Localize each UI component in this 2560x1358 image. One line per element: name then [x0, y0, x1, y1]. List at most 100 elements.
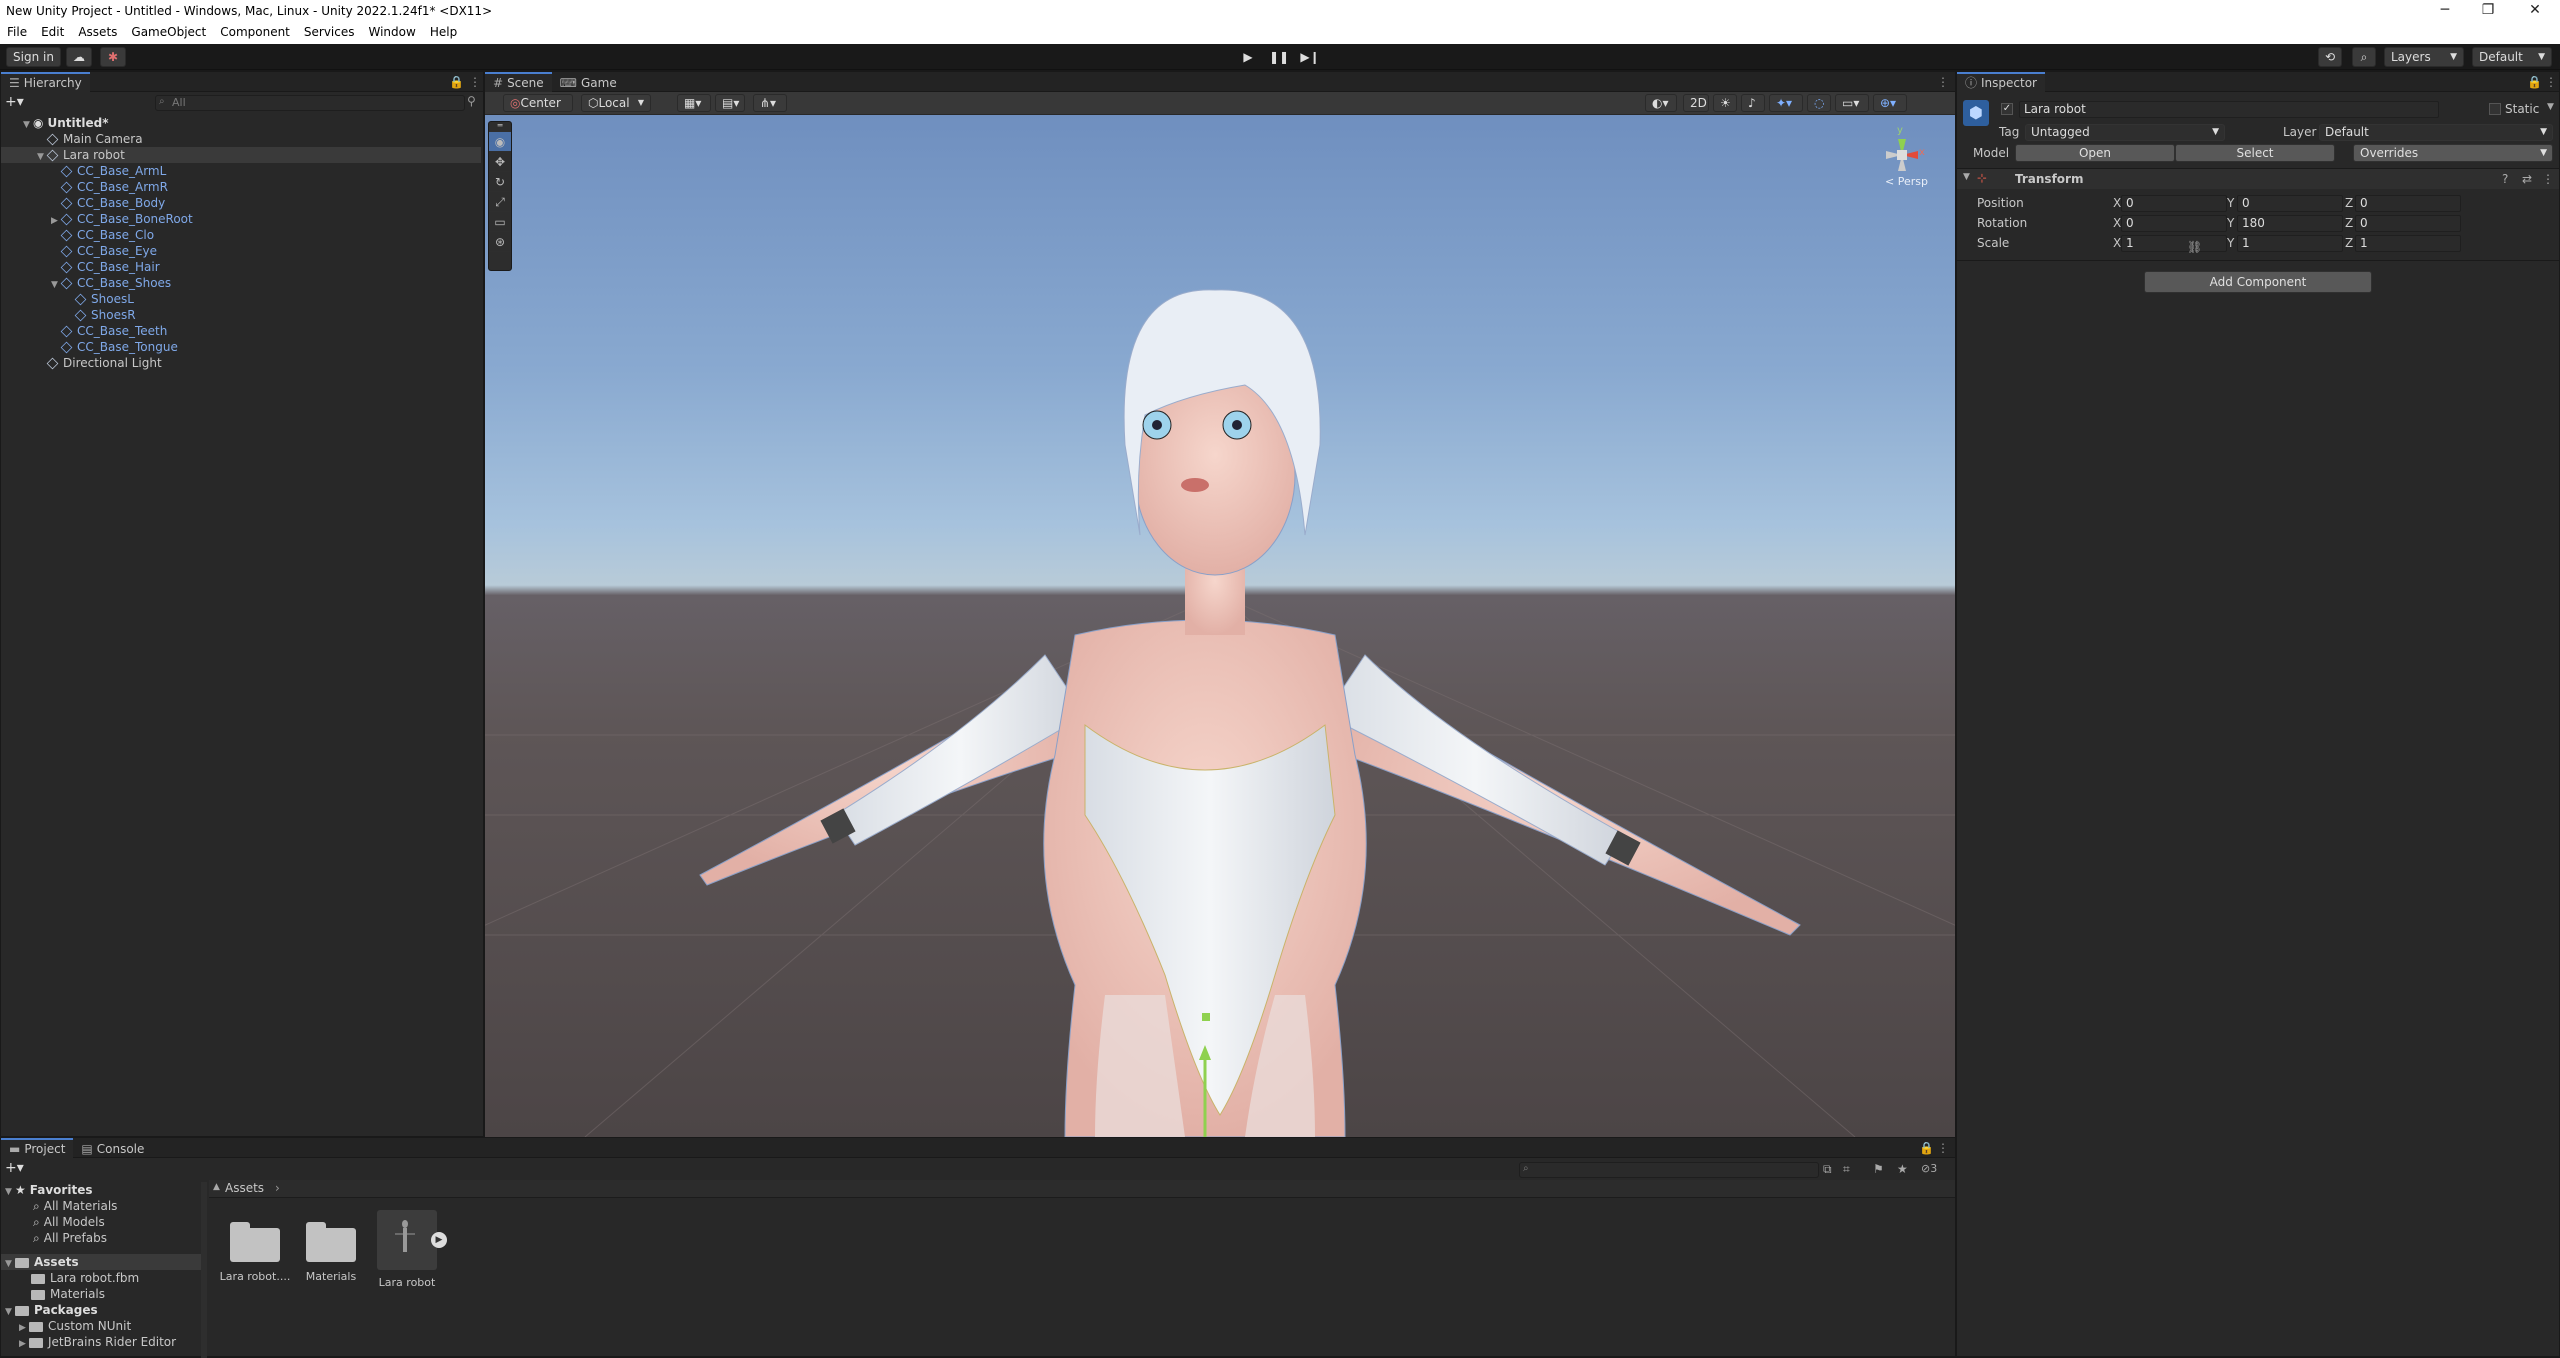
sign-in-button[interactable]: Sign in: [6, 47, 61, 67]
visibility-icon[interactable]: ◌: [1807, 94, 1831, 112]
history-icon[interactable]: ⟲: [2318, 47, 2342, 67]
presets-icon[interactable]: ⇄: [2522, 172, 2532, 186]
project-search-input[interactable]: [1519, 1162, 1819, 1178]
drag-handle[interactable]: ═: [489, 122, 511, 132]
fav-all-prefabs[interactable]: ⌕ All Prefabs: [1, 1230, 201, 1246]
packages-folder[interactable]: ▼ Packages: [1, 1302, 201, 1318]
menu-component[interactable]: Component: [213, 22, 297, 39]
tab-scene[interactable]: # Scene: [485, 72, 552, 92]
move-tool-icon[interactable]: ✥: [489, 152, 511, 172]
collapse-arrow-icon[interactable]: ▼: [1963, 172, 1970, 182]
layer-dropdown[interactable]: Default ▼: [2319, 124, 2553, 141]
hierarchy-item[interactable]: CC_Base_Tongue: [1, 339, 481, 355]
tab-project[interactable]: ▬ Project: [1, 1138, 74, 1158]
menu-file[interactable]: File: [0, 22, 34, 39]
collapse-arrow-icon[interactable]: ▲: [213, 1182, 220, 1192]
orientation-gizmo[interactable]: y x < Persp: [1857, 125, 1947, 195]
toggle-2d-button[interactable]: 2D: [1683, 94, 1709, 112]
create-button[interactable]: +▾: [5, 94, 24, 110]
hierarchy-item[interactable]: CC_Base_ArmR: [1, 179, 481, 195]
position-y-field[interactable]: 0: [2237, 195, 2343, 212]
tab-hierarchy[interactable]: ☰ Hierarchy: [1, 72, 90, 92]
rotation-y-field[interactable]: 180: [2237, 215, 2343, 232]
gizmos-icon[interactable]: ⊕▾: [1873, 94, 1907, 112]
rotation-x-field[interactable]: 0: [2121, 215, 2227, 232]
folder-materials[interactable]: Materials: [1, 1286, 201, 1302]
lock-icon[interactable]: 🔒: [1919, 1141, 1934, 1155]
component-menu-icon[interactable]: ⋮: [2542, 172, 2554, 186]
asset-materials-folder[interactable]: Materials: [293, 1210, 369, 1283]
constrain-proportions-icon[interactable]: ⛓: [2187, 240, 2202, 254]
hierarchy-search-input[interactable]: All: [155, 95, 465, 111]
scale-y-field[interactable]: 1: [2237, 235, 2343, 252]
layout-dropdown[interactable]: Default ▼: [2472, 47, 2552, 67]
shading-mode-button[interactable]: ◐▾: [1645, 94, 1677, 112]
active-checkbox[interactable]: ✓: [2001, 103, 2013, 115]
scale-tool-icon[interactable]: ⤢: [489, 192, 511, 212]
add-component-button[interactable]: Add Component: [2144, 271, 2372, 293]
favorites-header[interactable]: ▼ ★ Favorites: [1, 1182, 201, 1198]
rotation-z-axis-label[interactable]: Z: [2345, 216, 2353, 230]
scale-x-axis-label[interactable]: X: [2113, 236, 2121, 250]
close-button[interactable]: ✕: [2515, 0, 2555, 22]
tab-inspector[interactable]: ⓘ Inspector: [1957, 72, 2045, 92]
search-by-label-icon[interactable]: ⌗: [1843, 1162, 1850, 1177]
open-button[interactable]: Open: [2015, 144, 2175, 162]
scene-viewport[interactable]: ═ ◉ ✥ ↻ ⤢ ▭ ⊛ y x < Persp: [485, 115, 1955, 1137]
pause-button[interactable]: ❚❚: [1265, 47, 1293, 67]
menu-window[interactable]: Window: [362, 22, 423, 39]
search-icon[interactable]: ⌕: [2352, 47, 2376, 67]
rect-tool-icon[interactable]: ▭: [489, 212, 511, 232]
menu-services[interactable]: Services: [297, 22, 362, 39]
rotation-x-axis-label[interactable]: X: [2113, 216, 2121, 230]
restore-button[interactable]: ❐: [2468, 0, 2508, 22]
static-checkbox[interactable]: [2489, 103, 2501, 115]
perspective-label[interactable]: < Persp: [1885, 175, 1928, 188]
hierarchy-item[interactable]: ▶ CC_Base_BoneRoot: [1, 211, 481, 227]
tab-game[interactable]: ⌨ Game: [552, 73, 625, 93]
position-z-axis-label[interactable]: Z: [2345, 196, 2353, 210]
space-dropdown[interactable]: ⬡Local ▼: [581, 94, 651, 112]
object-name-field[interactable]: Lara robot: [2019, 101, 2439, 118]
menu-edit[interactable]: Edit: [34, 22, 71, 39]
minimize-button[interactable]: ─: [2425, 0, 2465, 22]
audio-icon[interactable]: ♪: [1741, 94, 1765, 112]
pivot-dropdown[interactable]: ◎Center▼: [503, 94, 573, 123]
hierarchy-item[interactable]: CC_Base_Eye: [1, 243, 481, 259]
scale-z-axis-label[interactable]: Z: [2345, 236, 2353, 250]
more-icon[interactable]: ⋮: [1937, 75, 1949, 89]
scale-z-field[interactable]: 1: [2355, 235, 2461, 252]
hierarchy-item[interactable]: Main Camera: [1, 131, 481, 147]
favorite-star-icon[interactable]: ★: [1897, 1162, 1908, 1176]
tag-dropdown[interactable]: Untagged ▼: [2025, 124, 2225, 141]
step-button[interactable]: ▶❙: [1296, 47, 1324, 67]
tree-scrollbar[interactable]: [201, 1182, 207, 1358]
create-asset-button[interactable]: +▾: [5, 1160, 24, 1176]
hidden-packages-toggle[interactable]: ⊘3: [1921, 1162, 1937, 1175]
scale-x-field[interactable]: 1: [2121, 235, 2227, 252]
position-x-axis-label[interactable]: X: [2113, 196, 2121, 210]
fav-all-models[interactable]: ⌕ All Models: [1, 1214, 201, 1230]
rotate-tool-icon[interactable]: ↻: [489, 172, 511, 192]
hierarchy-item[interactable]: CC_Base_Body: [1, 195, 481, 211]
hierarchy-item[interactable]: CC_Base_Teeth: [1, 323, 481, 339]
position-z-field[interactable]: 0: [2355, 195, 2461, 212]
effects-icon[interactable]: ✦▾: [1769, 94, 1803, 112]
more-icon[interactable]: ⋮: [1937, 1141, 1949, 1155]
tag-icon[interactable]: ⚑: [1873, 1162, 1884, 1176]
rotation-z-field[interactable]: 0: [2355, 215, 2461, 232]
transform-header[interactable]: ▼ ⊹ Transform ? ⇄ ⋮: [1957, 169, 2559, 189]
hierarchy-item[interactable]: CC_Base_Hair: [1, 259, 481, 275]
hierarchy-item[interactable]: ShoesL: [1, 291, 481, 307]
assets-folder[interactable]: ▼ Assets: [1, 1254, 201, 1270]
rotation-y-axis-label[interactable]: Y: [2227, 216, 2234, 230]
hierarchy-item[interactable]: CC_Base_ArmL: [1, 163, 481, 179]
tab-console[interactable]: ▤ Console: [73, 1139, 152, 1159]
breadcrumb-assets[interactable]: Assets: [225, 1181, 264, 1195]
increment-snap-button[interactable]: ▤▾: [715, 94, 745, 112]
overrides-dropdown[interactable]: Overrides ▼: [2353, 144, 2553, 162]
lighting-icon[interactable]: ☀: [1713, 94, 1737, 112]
select-button[interactable]: Select: [2175, 144, 2335, 162]
folder-lara-robot-fbm[interactable]: Lara robot.fbm: [1, 1270, 201, 1286]
static-dropdown-arrow[interactable]: ▼: [2547, 102, 2554, 112]
